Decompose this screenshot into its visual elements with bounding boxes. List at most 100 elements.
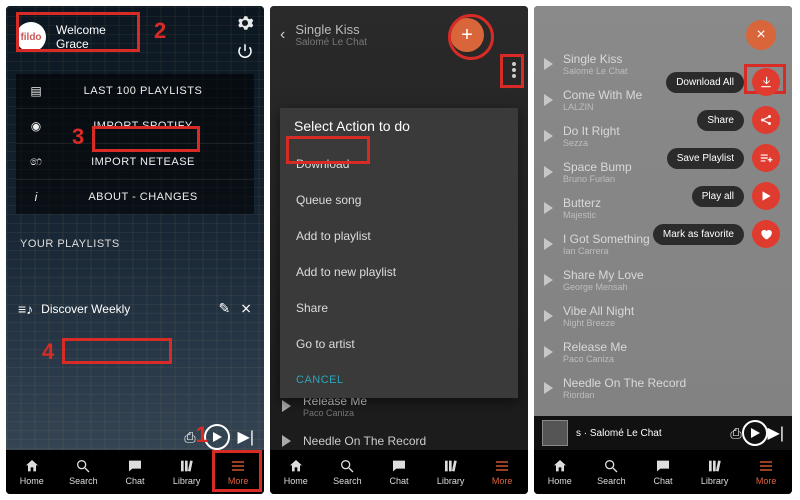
nav-chat[interactable]: Chat [109,450,161,494]
chat-icon [127,458,143,474]
bottom-nav: Home Search Chat Library More [270,450,528,494]
home-icon [288,458,304,474]
track-title: Needle On The Record [563,376,686,390]
more-icon [230,458,246,474]
play-button[interactable] [742,420,768,446]
spotify-icon: ◉ [28,119,44,133]
nav-chat[interactable]: Chat [637,450,689,494]
delete-icon[interactable]: ⨯ [240,300,252,317]
play-icon [544,58,553,70]
track-title: Come With Me [563,88,642,102]
action-download[interactable]: Download All [653,68,780,96]
play-icon[interactable] [752,182,780,210]
track-artist: Majestic [563,210,601,220]
heart-icon[interactable] [752,220,780,248]
next-button[interactable]: ▶| [768,423,784,443]
home-icon [24,458,40,474]
overflow-icon[interactable] [512,62,516,78]
track-title: Single Kiss [563,52,628,66]
add-fab[interactable]: + [450,18,484,52]
back-icon[interactable]: ‹ [280,26,285,44]
next-button[interactable]: ▶| [238,427,254,447]
action-heart[interactable]: Mark as favorite [653,220,780,248]
play-icon [544,346,553,358]
nav-home[interactable]: Home [534,450,586,494]
library-icon [179,458,195,474]
gear-icon[interactable] [236,14,254,32]
info-icon: i [28,190,44,204]
share-icon[interactable] [752,106,780,134]
action-label: Save Playlist [667,148,744,169]
power-icon[interactable] [236,42,254,60]
play-icon [544,310,553,322]
header: fildo Welcome Grace [6,6,264,68]
track-title: Share My Love [563,268,644,282]
cast-icon[interactable]: ⎙ [184,429,195,446]
nav-library[interactable]: Library [689,450,741,494]
track-artist: Salomé Le Chat [563,66,628,76]
nav-library[interactable]: Library [425,450,477,494]
welcome-block[interactable]: Welcome Grace [56,23,106,51]
playlist-name: Discover Weekly [41,302,208,316]
track-header: ‹ Single KissSalomé Le Chat [270,6,528,58]
play-icon [544,274,553,286]
menu-import-spotify[interactable]: ◉IMPORT SPOTIFY [16,109,254,144]
action-share[interactable]: Share [294,290,504,326]
track-artist: LALZIN [563,102,642,112]
action-label: Share [697,110,744,131]
queue-icon: ≡♪ [18,301,33,317]
action-queue[interactable]: Queue song [294,182,504,218]
nav-search[interactable]: Search [322,450,374,494]
menu-list: ▤LAST 100 PLAYLISTS ◉IMPORT SPOTIFY ෨IMP… [16,74,254,214]
menu-import-netease[interactable]: ෨IMPORT NETEASE [16,144,254,180]
menu-last-playlists[interactable]: ▤LAST 100 PLAYLISTS [16,74,254,109]
play-icon [282,435,291,447]
nav-chat[interactable]: Chat [373,450,425,494]
panel-actions-overlay: Single KissSalomé Le Chat Come With MeLAL… [534,6,792,494]
panel-action-sheet: ‹ Single KissSalomé Le Chat + Release Me… [270,6,528,494]
action-play[interactable]: Play all [653,182,780,210]
nav-library[interactable]: Library [161,450,213,494]
mini-player[interactable]: s · Salomé Le Chat ⎙ ▶| [534,416,792,450]
track-row[interactable]: Vibe All NightNight Breeze [534,298,792,334]
menu-about[interactable]: iABOUT - CHANGES [16,180,254,214]
more-icon [494,458,510,474]
action-download[interactable]: Download [294,146,504,182]
action-share[interactable]: Share [653,106,780,134]
cancel-button[interactable]: CANCEL [294,362,504,392]
close-fab[interactable]: × [746,20,776,50]
nav-more[interactable]: More [740,450,792,494]
annotation-num-3: 3 [72,124,84,150]
edit-icon[interactable]: ✎ [219,300,231,317]
track-row[interactable]: Release MePaco Caniza [534,334,792,370]
playlist-add-icon[interactable] [752,144,780,172]
nav-more[interactable]: More [212,450,264,494]
action-playlist-add[interactable]: Save Playlist [653,144,780,172]
action-add-new-playlist[interactable]: Add to new playlist [294,254,504,290]
bottom-nav: Home Search Chat Library More [6,450,264,494]
track-title: Vibe All Night [563,304,634,318]
nav-home[interactable]: Home [6,450,58,494]
annotation-num-4: 4 [42,339,54,365]
nav-more[interactable]: More [476,450,528,494]
play-icon [544,238,553,250]
app-logo: fildo [16,22,46,52]
nav-home[interactable]: Home [270,450,322,494]
nav-search[interactable]: Search [58,450,110,494]
annotation-num-1: 1 [196,422,208,448]
action-go-artist[interactable]: Go to artist [294,326,504,362]
action-add-playlist[interactable]: Add to playlist [294,218,504,254]
home-icon [552,458,568,474]
cast-icon[interactable]: ⎙ [730,425,741,442]
playlist-icon: ▤ [28,84,44,98]
playlist-row[interactable]: ≡♪ Discover Weekly ✎ ⨯ [18,300,252,317]
action-label: Download All [666,72,744,93]
track-row[interactable]: Share My LoveGeorge Mensah [534,262,792,298]
action-sheet: Select Action to do Download Queue song … [280,108,518,398]
download-icon[interactable] [752,68,780,96]
play-icon [544,166,553,178]
search-icon [339,458,355,474]
track-row[interactable]: Needle On The RecordRiordan [534,370,792,406]
track-artist: Salomé Le Chat [295,37,367,48]
nav-search[interactable]: Search [586,450,638,494]
